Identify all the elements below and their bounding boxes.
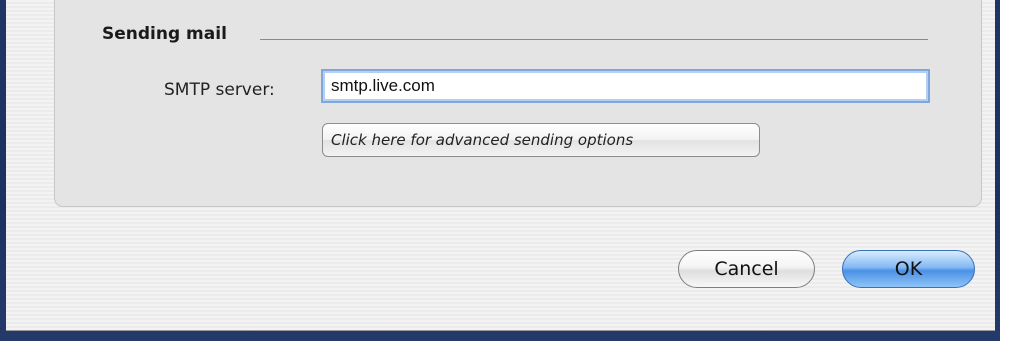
- sending-mail-heading: Sending mail: [102, 24, 227, 44]
- smtp-server-label: SMTP server:: [164, 80, 275, 100]
- smtp-server-input[interactable]: smtp.live.com: [321, 69, 930, 103]
- screen-margin: [1000, 0, 1013, 341]
- advanced-sending-options-button[interactable]: Click here for advanced sending options: [322, 123, 760, 157]
- section-divider: [260, 39, 928, 40]
- ok-button[interactable]: OK: [842, 250, 975, 288]
- cancel-button[interactable]: Cancel: [678, 250, 815, 288]
